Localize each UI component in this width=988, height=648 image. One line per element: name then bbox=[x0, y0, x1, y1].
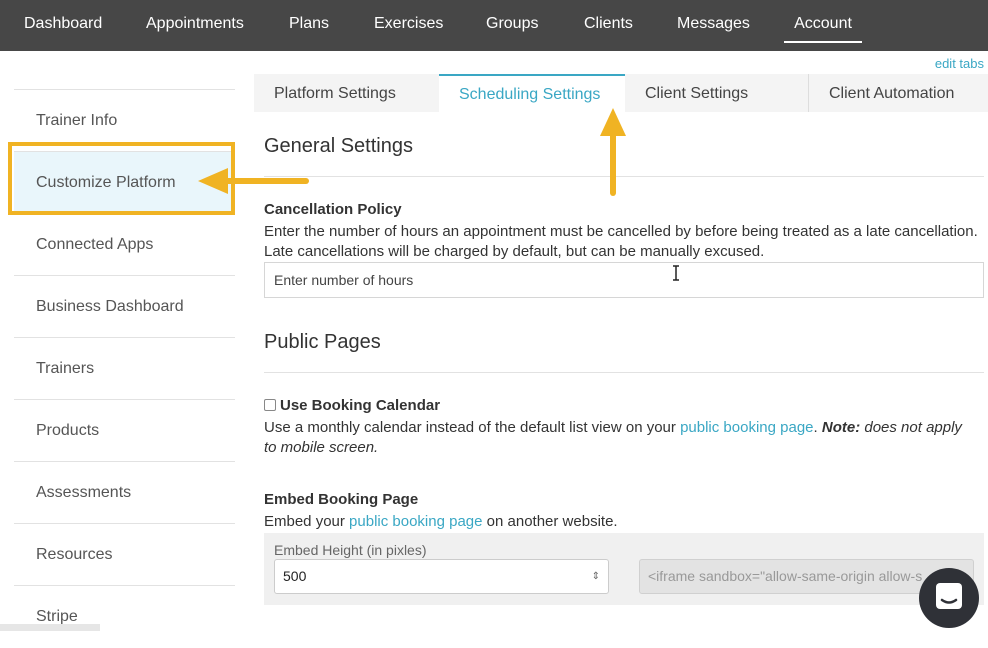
text-cursor-icon bbox=[673, 265, 679, 281]
horizontal-scrollbar[interactable] bbox=[0, 624, 100, 631]
arrow-left-icon bbox=[198, 168, 309, 194]
annotation-arrows bbox=[198, 108, 679, 281]
chat-launcher-button[interactable] bbox=[919, 568, 979, 628]
chat-icon bbox=[936, 583, 962, 609]
arrow-up-icon bbox=[600, 108, 626, 196]
